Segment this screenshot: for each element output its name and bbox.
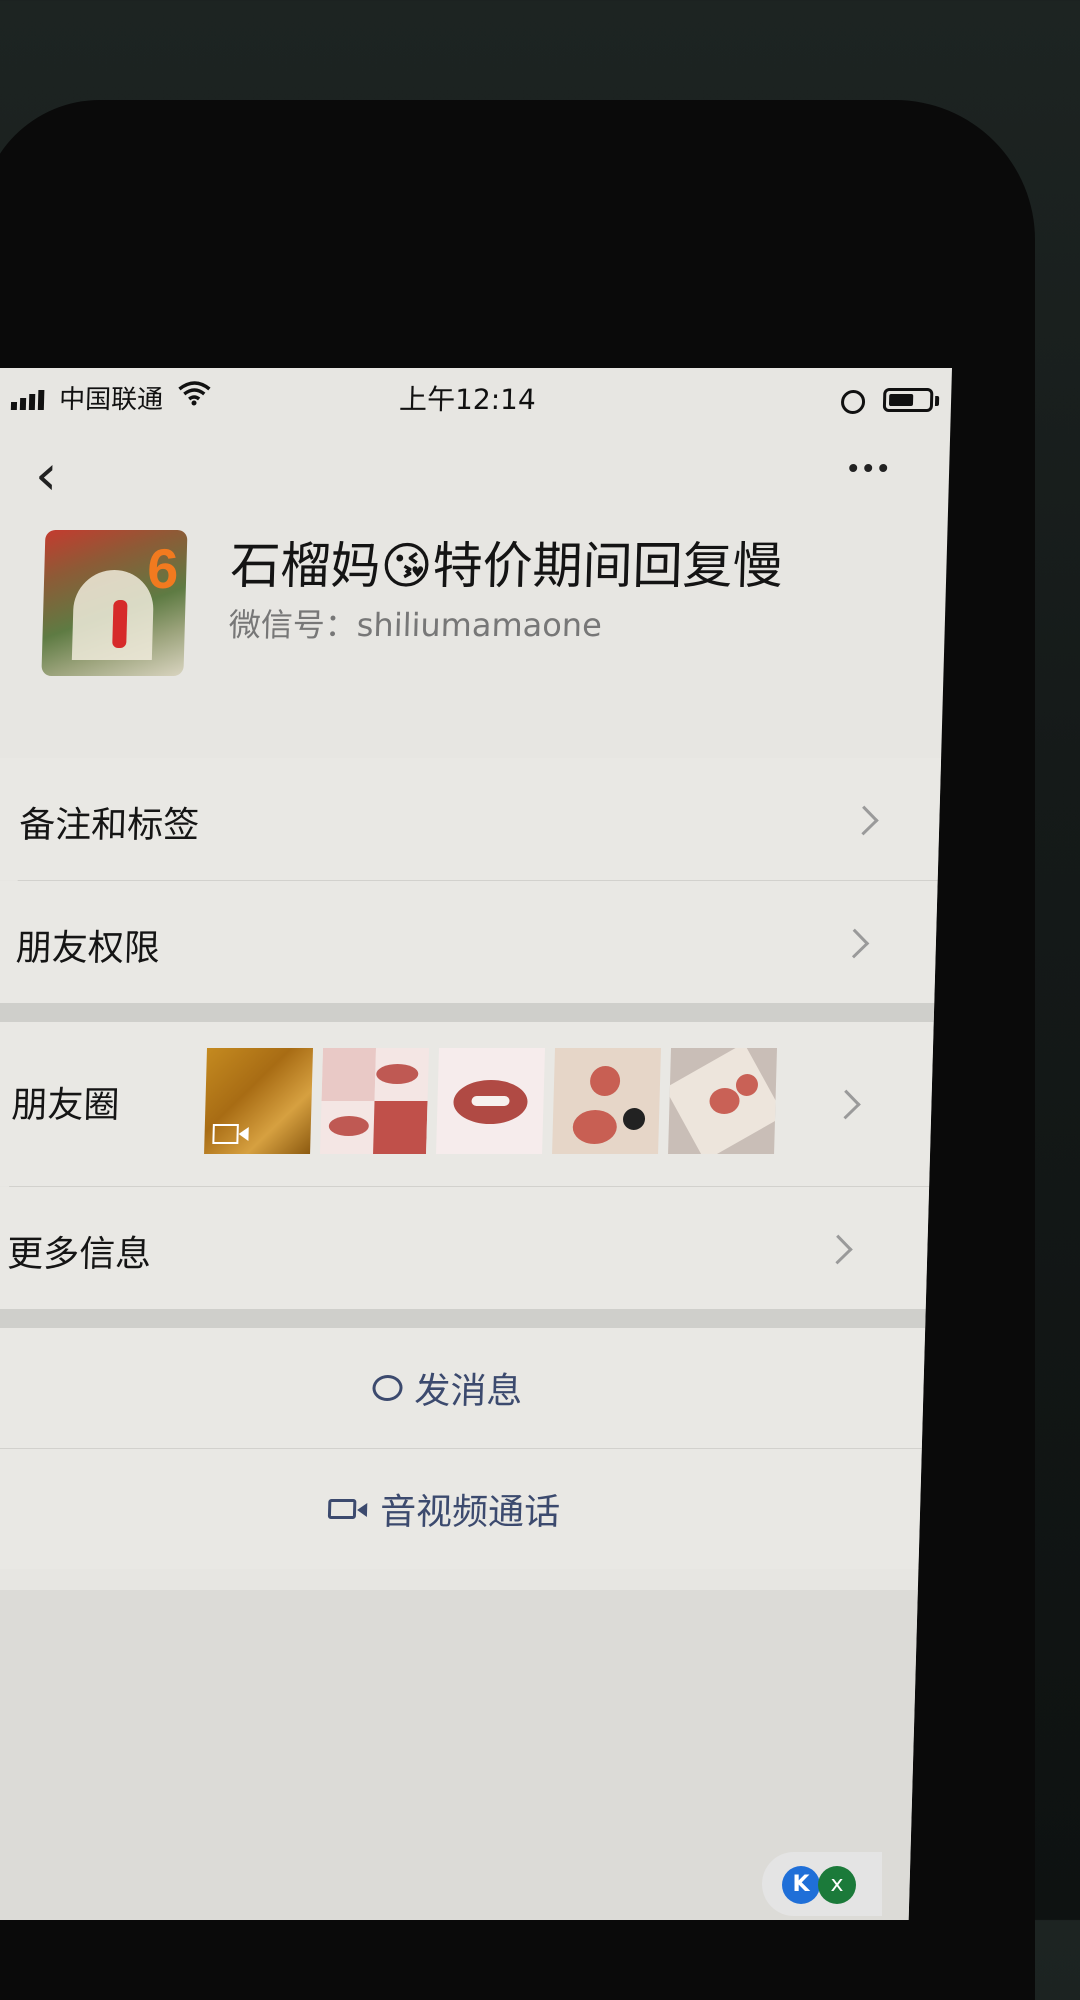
floating-app-badge[interactable]: K x [762, 1852, 882, 1916]
avatar-number: 6 [146, 537, 180, 600]
back-chevron-icon[interactable]: ‹ [34, 443, 58, 508]
row-label: 更多信息 [6, 1234, 152, 1275]
moments-thumbnail [204, 1048, 314, 1154]
row-friend-permissions[interactable]: 朋友权限 [0, 881, 938, 1003]
section-gap [0, 1003, 935, 1022]
battery-icon [882, 388, 934, 412]
send-message-button[interactable]: 发消息 [0, 1328, 926, 1448]
avatar[interactable]: 6 [41, 530, 188, 676]
row-label: 朋友权限 [15, 928, 161, 969]
rotation-lock-icon [840, 390, 866, 414]
moments-thumbnail [320, 1048, 430, 1154]
video-camera-icon [327, 1499, 357, 1519]
status-bar: 中国联通 上午12:14 [0, 368, 952, 428]
chevron-right-icon [831, 1089, 861, 1120]
contact-name: 石榴妈😘特价期间回复慢 [229, 537, 784, 595]
clock: 上午12:14 [398, 383, 537, 416]
video-call-button[interactable]: 音视频通话 [0, 1449, 922, 1569]
moments-thumbnail [552, 1048, 662, 1154]
signal-icon [10, 390, 45, 410]
video-badge-icon [212, 1124, 239, 1144]
chevron-right-icon [839, 928, 870, 959]
app-badge-icon: K [782, 1866, 820, 1904]
app-badge-icon: x [818, 1866, 856, 1904]
chat-bubble-icon [372, 1375, 403, 1401]
row-moments[interactable]: 朋友圈 [0, 1022, 934, 1186]
section-gap [0, 1309, 926, 1328]
chevron-right-icon [849, 805, 879, 836]
phone-screen: 中国联通 上午12:14 ‹ 6 石榴妈😘特价期间回复慢 微信号：shilium… [0, 368, 952, 1920]
more-options-icon[interactable] [849, 464, 888, 472]
carrier-label: 中国联通 [58, 385, 164, 415]
chevron-right-icon [823, 1234, 853, 1265]
row-label: 备注和标签 [18, 805, 200, 846]
battery-tip [934, 396, 940, 406]
row-notes-tags[interactable]: 备注和标签 [0, 758, 942, 880]
moments-thumbnail [436, 1048, 546, 1154]
wifi-icon [178, 381, 211, 406]
row-label: 朋友圈 [10, 1085, 120, 1126]
video-call-label: 音视频通话 [379, 1492, 561, 1533]
row-more-info[interactable]: 更多信息 [0, 1187, 930, 1309]
moments-thumbnail [668, 1048, 778, 1154]
send-message-label: 发消息 [413, 1371, 523, 1412]
wechat-id: 微信号：shiliumamaone [228, 606, 603, 644]
